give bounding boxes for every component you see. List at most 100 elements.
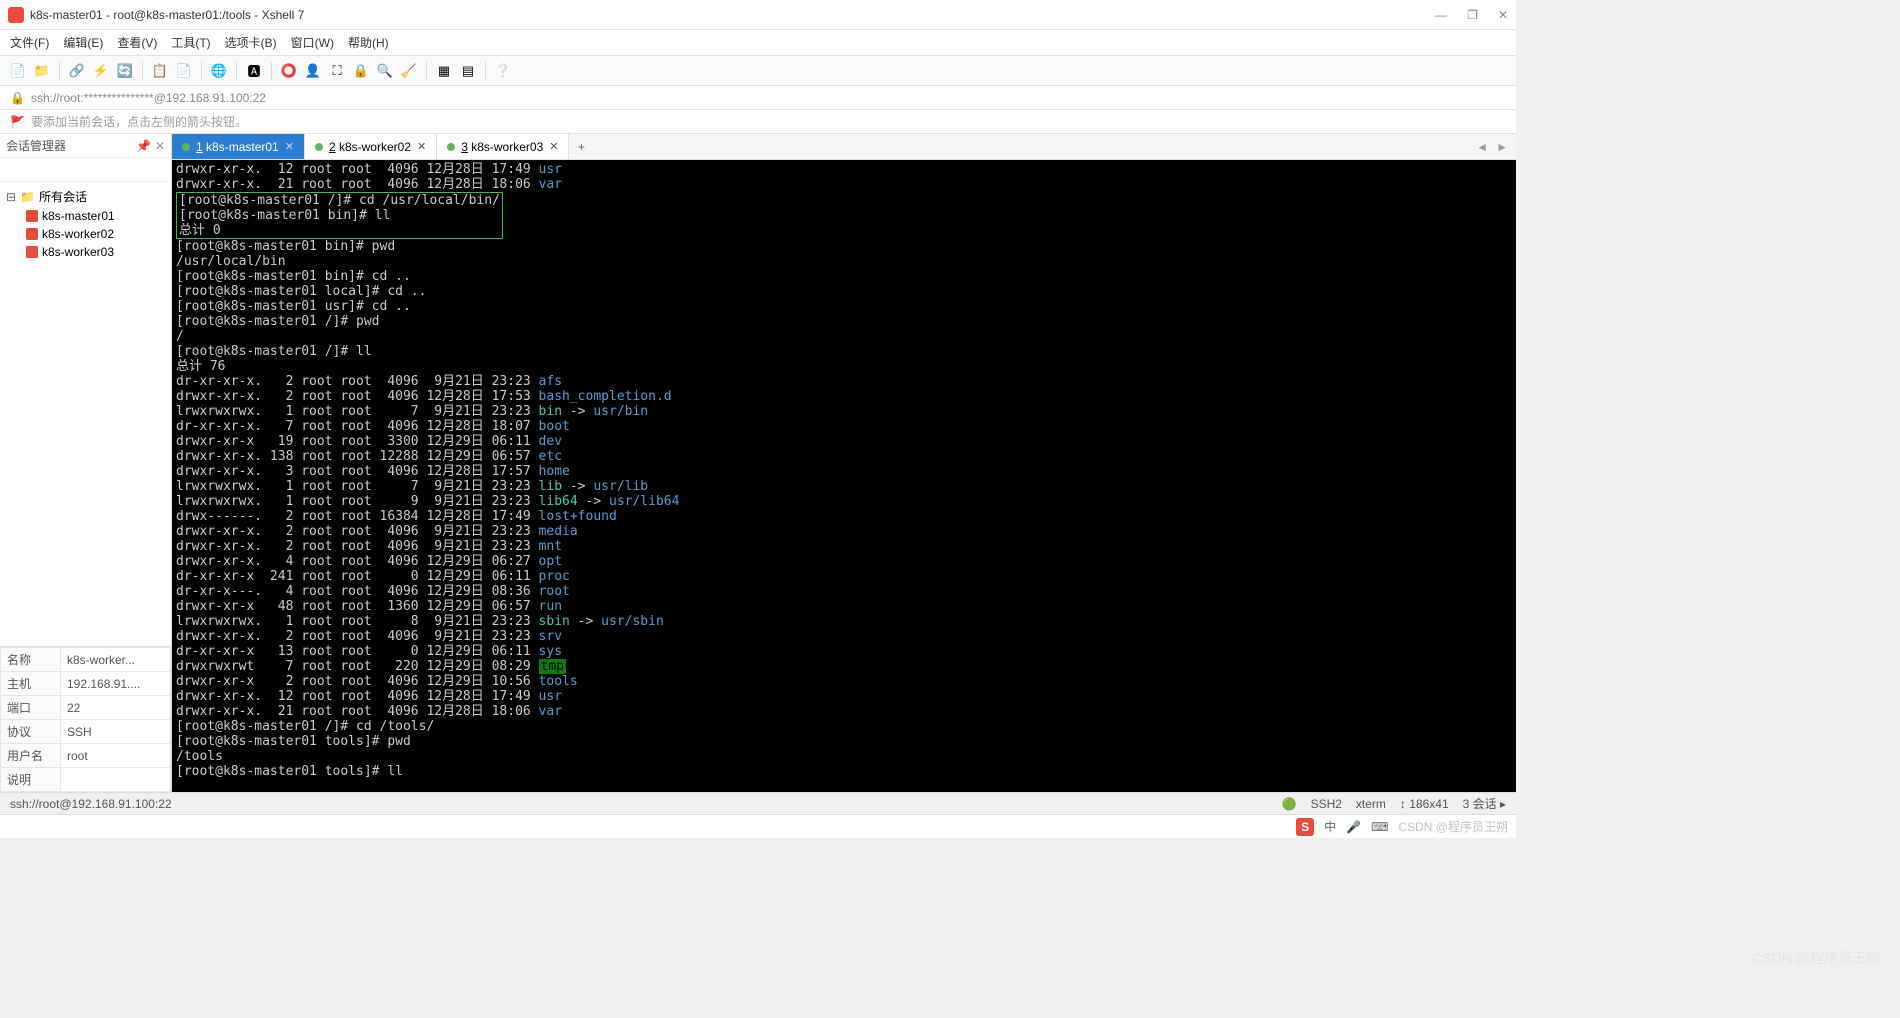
close-tab-icon[interactable]: ✕ [549,140,558,153]
disconnect-icon[interactable]: ⚡ [91,61,111,81]
prop-key: 用户名 [1,744,61,768]
keyboard-icon[interactable]: ⌨ [1371,820,1388,834]
layout-icon[interactable]: ▦ [434,61,454,81]
add-tab-button[interactable]: + [569,134,593,159]
help-icon[interactable]: ❔ [493,61,513,81]
status-dot-icon [315,143,323,151]
separator [142,62,143,80]
tip-text: 要添加当前会话，点击左侧的箭头按钮。 [31,113,247,130]
tab-num: 3 k8s-worker03 [461,140,543,154]
clear-icon[interactable]: 🧹 [399,61,419,81]
pin-icon[interactable]: 📌 [136,139,151,153]
addressbar: 🔒 ssh://root:***************@192.168.91.… [0,86,1516,110]
tab-k8s-worker03[interactable]: 3 k8s-worker03 ✕ [437,134,569,159]
open-icon[interactable]: 📁 [32,61,52,81]
paste-icon[interactable]: 📄 [174,61,194,81]
watermark-text: CSDN @程序员王朔 [1398,818,1508,835]
prop-val [61,768,171,792]
menu-window[interactable]: 窗口(W) [291,34,334,51]
window-title: k8s-master01 - root@k8s-master01:/tools … [30,8,1435,22]
prop-val: SSH [61,720,171,744]
status-address: ssh://root@192.168.91.100:22 [10,797,172,811]
maximize-button[interactable]: ❐ [1467,8,1478,22]
session-item[interactable]: k8s-worker03 [0,243,171,261]
prop-key: 说明 [1,768,61,792]
find-icon[interactable]: 🔍 [375,61,395,81]
connect-icon[interactable]: 🔗 [67,61,87,81]
mic-icon[interactable]: 🎤 [1346,820,1361,834]
record-icon[interactable]: ⭕ [279,61,299,81]
user-icon[interactable]: 👤 [303,61,323,81]
menu-file[interactable]: 文件(F) [10,34,49,51]
status-sess: 3 会话 ▸ [1463,795,1506,812]
session-label: k8s-worker03 [42,245,114,259]
reconnect-icon[interactable]: 🔄 [115,61,135,81]
watermark: CSDN @程序员王朔 [1752,948,1880,968]
lock-icon: 🔒 [10,91,25,105]
menu-tabs[interactable]: 选项卡(B) [225,34,277,51]
session-label: k8s-master01 [42,209,115,223]
terminal[interactable]: drwxr-xr-x. 12 root root 4096 12月28日 17:… [172,160,1516,792]
status-ssh: SSH2 [1311,797,1342,811]
status-term: xterm [1356,797,1386,811]
separator [236,62,237,80]
prop-val: k8s-worker... [61,648,171,672]
collapse-icon[interactable]: ⊟ [6,190,16,204]
prop-val: root [61,744,171,768]
tree-root[interactable]: ⊟ 📁 所有会话 [0,186,171,207]
minimize-button[interactable]: — [1435,8,1447,22]
menu-help[interactable]: 帮助(H) [348,34,389,51]
font-icon[interactable]: 🅰 [244,61,264,81]
address-text[interactable]: ssh://root:***************@192.168.91.10… [31,91,266,105]
lock-icon[interactable]: 🔒 [351,61,371,81]
tile-icon[interactable]: ▤ [458,61,478,81]
ime-lang[interactable]: 中 [1324,818,1336,835]
separator [485,62,486,80]
separator [426,62,427,80]
prop-key: 名称 [1,648,61,672]
prop-key: 主机 [1,672,61,696]
session-icon [26,246,38,258]
status-dot-icon [182,143,190,151]
os-taskbar: S 中 🎤 ⌨ CSDN @程序员王朔 [0,814,1516,838]
new-session-icon[interactable]: 📄 [8,61,28,81]
tab-prev-icon[interactable]: ◄ [1476,140,1488,154]
separator [201,62,202,80]
fullscreen-icon[interactable]: ⛶ [327,61,347,81]
globe-icon[interactable]: 🌐 [209,61,229,81]
menubar: 文件(F) 编辑(E) 查看(V) 工具(T) 选项卡(B) 窗口(W) 帮助(… [0,30,1516,56]
connected-icon: 🟢 [1282,797,1297,811]
close-tab-icon[interactable]: ✕ [285,140,294,153]
tab-next-icon[interactable]: ► [1496,140,1508,154]
toolbar: 📄 📁 🔗 ⚡ 🔄 📋 📄 🌐 🅰 ⭕ 👤 ⛶ 🔒 🔍 🧹 ▦ ▤ ❔ [0,56,1516,86]
status-dot-icon [447,143,455,151]
close-tab-icon[interactable]: ✕ [417,140,426,153]
ime-icon[interactable]: S [1296,818,1314,836]
folder-icon: 📁 [20,190,35,204]
menu-tools[interactable]: 工具(T) [171,34,210,51]
separator [59,62,60,80]
menu-edit[interactable]: 编辑(E) [63,34,103,51]
session-item[interactable]: k8s-master01 [0,207,171,225]
session-tabs: 1 k8s-master01✕2 k8s-worker02✕3 k8s-work… [172,134,1516,160]
tab-num: 1 k8s-master01 [196,140,279,154]
menu-view[interactable]: 查看(V) [117,34,157,51]
close-panel-icon[interactable]: ✕ [155,139,165,153]
close-button[interactable]: ✕ [1498,8,1508,22]
prop-val: 192.168.91.... [61,672,171,696]
statusbar: ssh://root@192.168.91.100:22 🟢 SSH2 xter… [0,792,1516,814]
tab-k8s-worker02[interactable]: 2 k8s-worker02✕ [305,134,437,159]
app-icon [8,7,24,23]
session-item[interactable]: k8s-worker02 [0,225,171,243]
panel-header: 会话管理器 📌 ✕ [0,134,171,158]
copy-icon[interactable]: 📋 [150,61,170,81]
prop-key: 协议 [1,720,61,744]
tab-k8s-master01[interactable]: 1 k8s-master01 ✕ [172,134,305,159]
tipbar: 🚩 要添加当前会话，点击左侧的箭头按钮。 [0,110,1516,134]
prop-val: 22 [61,696,171,720]
session-label: k8s-worker02 [42,227,114,241]
properties-table: 名称k8s-worker...主机192.168.91....端口22协议SSH… [0,646,171,792]
session-icon [26,228,38,240]
search-input[interactable] [0,163,167,177]
separator [271,62,272,80]
